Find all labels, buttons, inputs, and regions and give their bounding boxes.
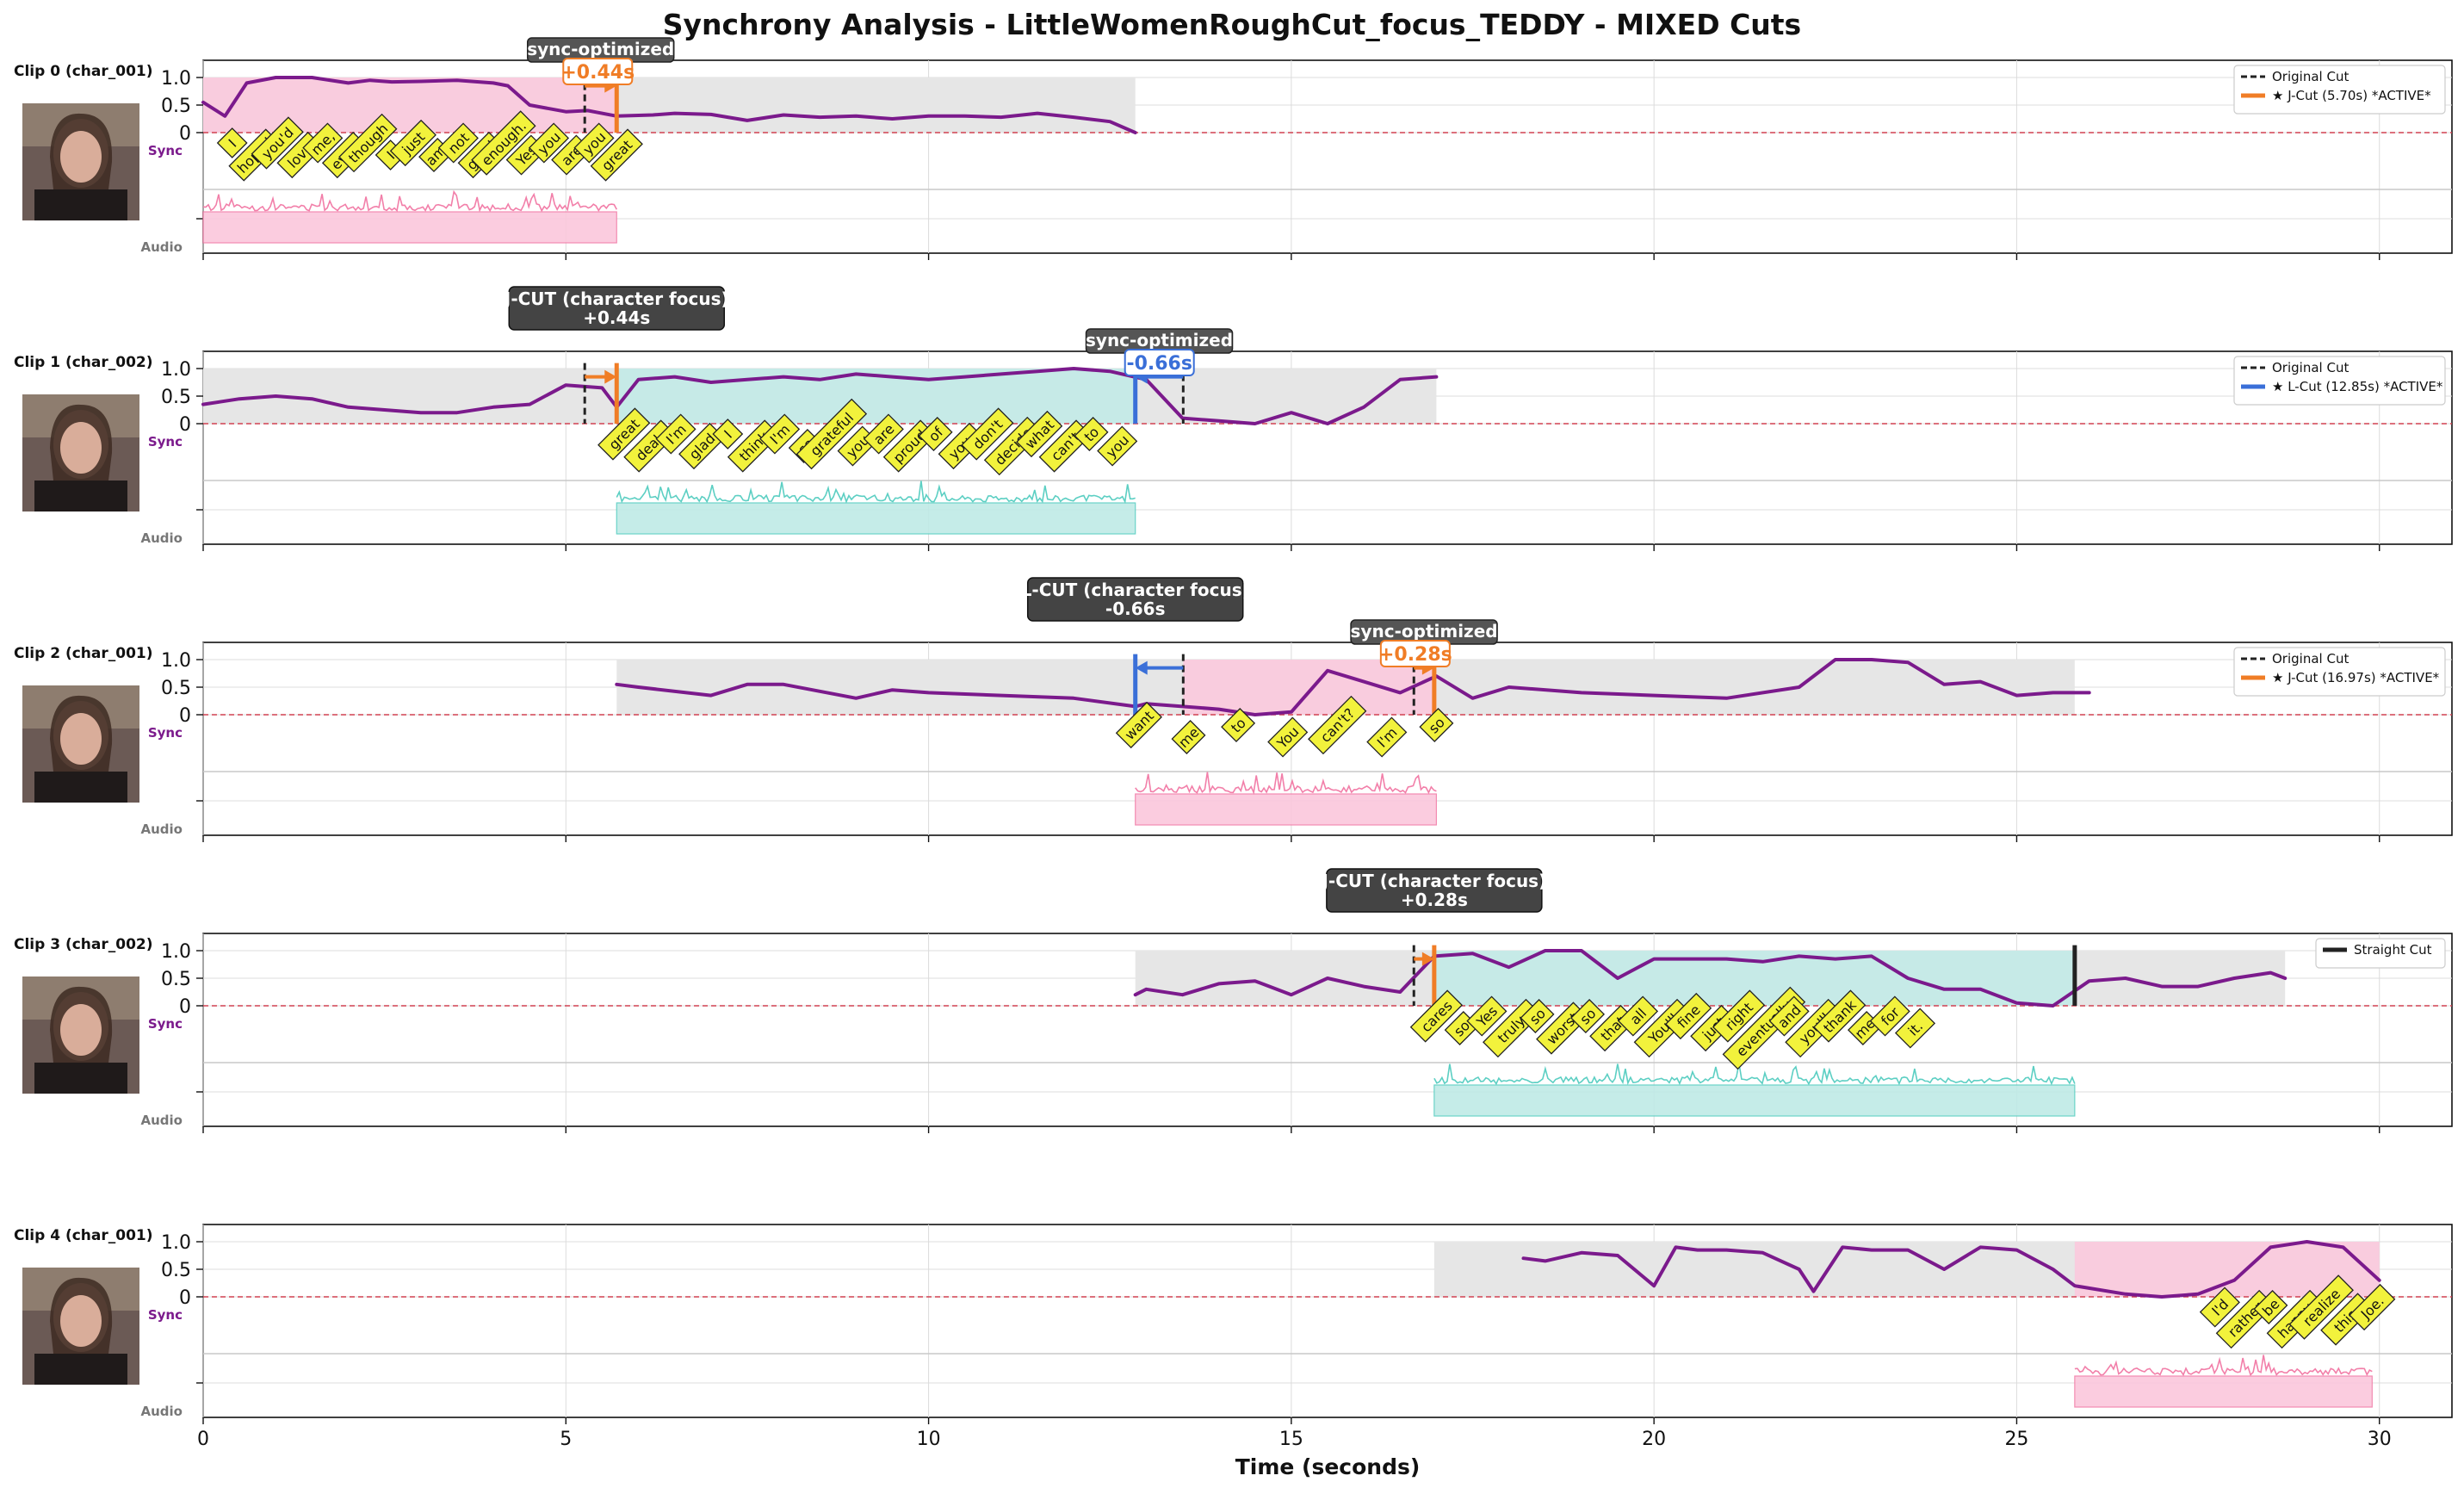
x-tick-label: 20 [1642,1429,1666,1450]
offset-label: -0.66s [1126,353,1192,375]
sync-row-label: Sync [148,143,183,158]
x-tick-label: 0 [197,1429,209,1450]
offset-label: +0.28s [1378,644,1452,666]
active-span [1183,660,1437,715]
y-tick-label: 1.0 [161,68,191,90]
y-tick-label: 0 [179,123,191,145]
y-tick-label: 1.0 [161,650,191,672]
legend-entry: Original Cut [2272,69,2349,84]
x-axis-label: Time (seconds) [1235,1454,1421,1479]
synchrony-figure: Synchrony Analysis - LittleWomenRoughCut… [0,0,2464,1488]
clip-panel: 00.51.0I'dratherbehappy.realizethis,Joe.… [14,1224,2453,1424]
offset-label: +0.44s [560,62,635,84]
audio-envelope [2074,1375,2373,1408]
sync-row-label: Sync [148,1016,183,1032]
thumbnail-coat [34,772,127,803]
cut-annotation-title: J-CUT (character focus) [503,288,729,309]
y-tick-label: 0 [179,414,191,436]
cut-annotation-offset: +0.28s [1401,890,1468,910]
audio-row-label: Audio [141,1113,183,1128]
clip-thumbnail [22,103,139,220]
y-tick-label: 0.5 [161,969,191,990]
y-tick-label: 0.5 [161,387,191,408]
cut-annotation-title: L-CUT (character focus) [1021,580,1250,600]
legend-entry: ★ J-Cut (5.70s) *ACTIVE* [2272,88,2431,103]
thumbnail-coat [34,189,127,220]
thumbnail-skin [60,1295,102,1347]
x-tick-label: 10 [917,1429,941,1450]
x-tick-label: 15 [1279,1429,1303,1450]
thumbnail-skin [60,1004,102,1056]
y-tick-label: 0 [179,1287,191,1309]
audio-envelope [202,211,617,244]
sync-optimized-label: sync-optimized [1086,330,1233,350]
thumbnail-skin [60,422,102,474]
legend-entry: ★ L-Cut (12.85s) *ACTIVE* [2272,379,2443,394]
audio-row-label: Audio [141,1404,183,1419]
audio-row-label: Audio [141,239,183,255]
clip-label: Clip 2 (char_001) [14,645,153,662]
thumbnail-coat [34,1063,127,1094]
thumbnail-coat [34,480,127,512]
y-tick-label: 0.5 [161,678,191,699]
y-tick-label: 0.5 [161,1260,191,1281]
legend-entry: Original Cut [2272,360,2349,375]
legend-entry: Straight Cut [2354,942,2432,958]
clip-thumbnail [22,1268,139,1385]
y-tick-label: 1.0 [161,359,191,381]
clip-thumbnail [22,976,139,1094]
thumbnail-skin [60,131,102,183]
thumbnail-coat [34,1354,127,1385]
y-tick-label: 0.5 [161,96,191,117]
cut-annotation-title: J-CUT (character focus) [1320,871,1546,891]
audio-row-label: Audio [141,530,183,546]
clip-label: Clip 4 (char_001) [14,1227,153,1244]
audio-envelope [1135,793,1437,826]
sync-optimized-label: sync-optimized [1351,621,1498,642]
cut-annotation-offset: +0.44s [583,307,650,328]
audio-row-label: Audio [141,822,183,837]
legend-entry: ★ J-Cut (16.97s) *ACTIVE* [2272,670,2440,685]
clip-label: Clip 1 (char_002) [14,354,153,371]
clip-panel: 00.51.0Ihopedyou'dloveme,eventhoughIjust… [14,37,2453,260]
clip-thumbnail [22,394,139,512]
clip-label: Clip 3 (char_002) [14,936,153,953]
clip-label: Clip 0 (char_001) [14,63,153,80]
sync-optimized-label: sync-optimized [527,39,674,59]
chart-title: Synchrony Analysis - LittleWomenRoughCut… [663,8,1801,41]
sync-row-label: Sync [148,725,183,741]
legend-entry: Original Cut [2272,651,2349,666]
clip-thumbnail [22,685,139,803]
y-tick-label: 0 [179,705,191,727]
thumbnail-skin [60,713,102,765]
x-tick-label: 30 [2368,1429,2392,1450]
audio-envelope [616,502,1136,535]
y-tick-label: 1.0 [161,941,191,963]
sync-row-label: Sync [148,434,183,450]
cut-annotation-offset: -0.66s [1105,598,1166,619]
x-tick-label: 5 [560,1429,572,1450]
x-tick-label: 25 [2004,1429,2028,1450]
audio-envelope [1433,1084,2076,1117]
y-tick-label: 0 [179,996,191,1018]
sync-row-label: Sync [148,1307,183,1323]
y-tick-label: 1.0 [161,1232,191,1254]
